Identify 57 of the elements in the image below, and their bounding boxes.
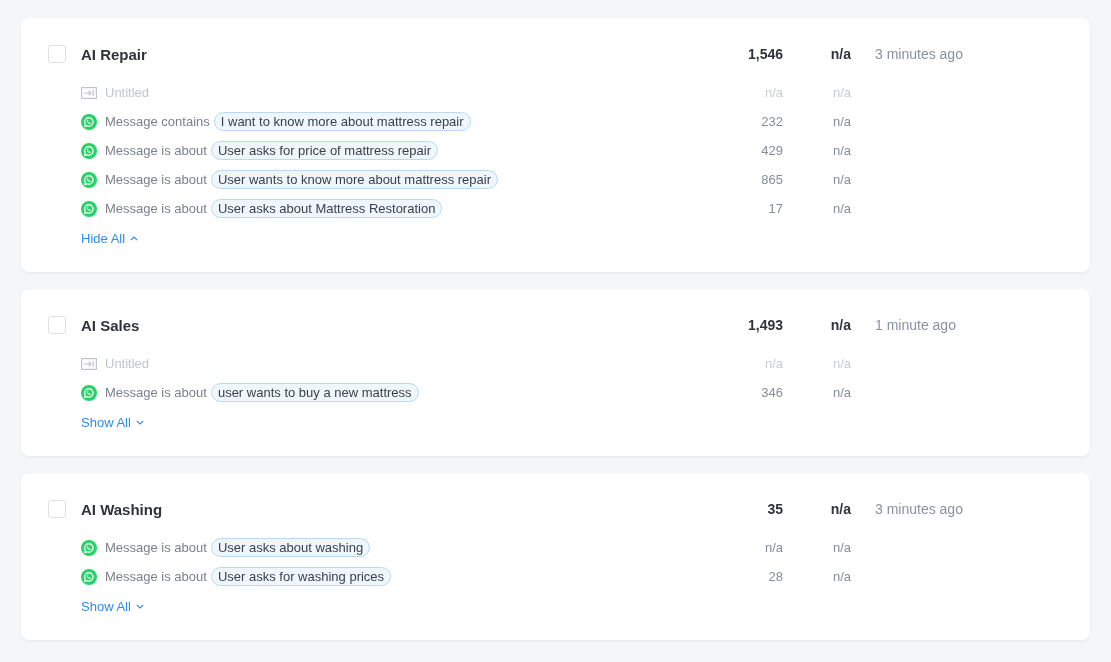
trigger-tag: User asks about washing [210, 538, 371, 557]
flow-checkbox[interactable] [48, 316, 66, 334]
arrow-box-icon [81, 357, 97, 370]
trigger-rate: n/a [832, 172, 851, 187]
flow-updated-time: 1 minute ago [875, 317, 956, 333]
flow-checkbox[interactable] [48, 500, 66, 518]
trigger-tag: User asks for price of mattress repair [210, 141, 439, 160]
chat-phone-icon [81, 142, 97, 159]
trigger-label: Untitled [105, 356, 150, 371]
chat-phone-icon [81, 384, 97, 401]
trigger-count: 232 [761, 114, 783, 129]
chat-phone-icon [81, 539, 97, 556]
flow-rate: n/a [830, 501, 851, 517]
flow-count: 1,493 [747, 317, 783, 333]
trigger-condition: Message is about [105, 569, 207, 584]
trigger-count: 346 [761, 385, 783, 400]
trigger-rate: n/a [832, 540, 851, 555]
trigger-condition: Message is about [105, 385, 207, 400]
flow-rate: n/a [830, 46, 851, 62]
flow-rate: n/a [830, 317, 851, 333]
flow-title: AI Washing [81, 500, 163, 518]
flow-title: AI Repair [81, 45, 147, 63]
trigger-condition: Message contains [105, 114, 210, 129]
trigger-rate: n/a [832, 385, 851, 400]
trigger-condition: Message is about [105, 201, 207, 216]
flow-updated-time: 3 minutes ago [875, 46, 963, 62]
trigger-label: Untitled [105, 85, 150, 100]
trigger-rate: n/a [832, 569, 851, 584]
trigger-count: n/a [764, 540, 783, 555]
trigger-tag: User asks for washing prices [210, 567, 392, 586]
chat-phone-icon [81, 200, 97, 217]
trigger-condition: Message is about [105, 540, 207, 555]
flow-checkbox[interactable] [48, 45, 66, 63]
trigger-count: 865 [761, 172, 783, 187]
flow-count: 35 [767, 501, 783, 517]
flow-count: 1,546 [747, 46, 783, 62]
trigger-tag: User asks about Mattress Restoration [210, 199, 443, 218]
chat-phone-icon [81, 171, 97, 188]
trigger-rate: n/a [832, 201, 851, 216]
trigger-condition: Message is about [105, 143, 207, 158]
flow-updated-time: 3 minutes ago [875, 501, 963, 517]
flow-title: AI Sales [81, 316, 140, 334]
chat-phone-icon [81, 568, 97, 585]
trigger-count: 28 [768, 569, 783, 584]
arrow-box-icon [81, 86, 97, 99]
trigger-tag: user wants to buy a new mattress [210, 383, 419, 402]
show-hide-toggle[interactable]: Show All [81, 596, 144, 616]
trigger-count: 429 [761, 143, 783, 158]
trigger-tag: User wants to know more about mattress repair [210, 170, 498, 189]
trigger-tag: I want to know more about mattress repair [213, 112, 471, 131]
trigger-rate: n/a [832, 143, 851, 158]
trigger-count: 17 [768, 201, 783, 216]
show-hide-toggle[interactable]: Hide All [81, 228, 139, 248]
chat-phone-icon [81, 113, 97, 130]
trigger-condition: Message is about [105, 172, 207, 187]
show-hide-toggle[interactable]: Show All [81, 412, 144, 432]
trigger-rate: n/a [832, 114, 851, 129]
